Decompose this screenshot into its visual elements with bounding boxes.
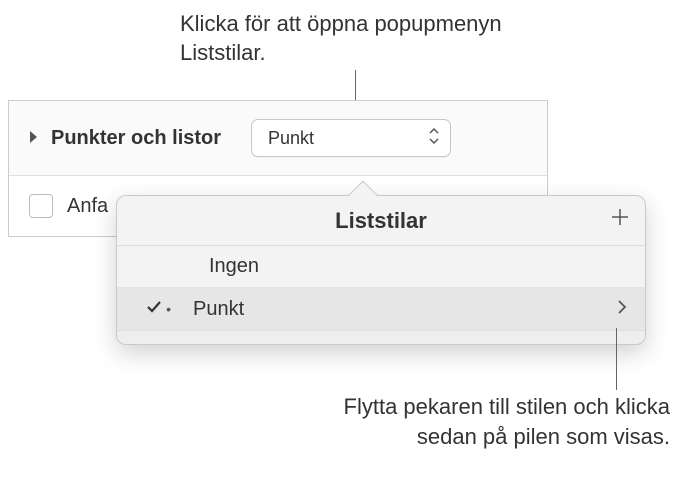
list-item[interactable]: Ingen — [117, 246, 645, 288]
dropcap-label: Anfa — [67, 195, 108, 218]
callout-line-bottom — [616, 328, 617, 390]
dropdown-value: Punkt — [268, 128, 314, 149]
chevron-right-icon[interactable] — [617, 299, 627, 320]
bullets-lists-label: Punkter och listor — [51, 127, 221, 150]
popover-header: Liststilar — [117, 196, 645, 246]
list-styles-popover: Liststilar Ingen • Punkt — [116, 195, 646, 345]
list-style-dropdown[interactable]: Punkt — [251, 119, 451, 157]
callout-bottom: Flytta pekaren till stilen och klicka se… — [290, 392, 670, 451]
list-item-leading: • — [117, 299, 177, 320]
disclosure-triangle-icon[interactable] — [29, 130, 39, 147]
dropcap-checkbox[interactable] — [29, 194, 53, 218]
list-item-label: Punkt — [177, 298, 244, 321]
add-style-button[interactable] — [609, 206, 631, 232]
callout-top: Klicka för att öppna popupmenyn Liststil… — [180, 10, 530, 67]
popover-title: Liststilar — [335, 208, 427, 234]
popover-list: Ingen • Punkt — [117, 246, 645, 330]
popover-footer — [117, 330, 645, 344]
bullets-lists-row: Punkter och listor Punkt — [9, 101, 547, 176]
list-item-label: Ingen — [177, 255, 259, 278]
checkmark-icon — [146, 299, 162, 320]
list-item[interactable]: • Punkt — [117, 288, 645, 330]
chevron-up-down-icon — [428, 127, 440, 150]
bullet-icon: • — [166, 301, 171, 317]
